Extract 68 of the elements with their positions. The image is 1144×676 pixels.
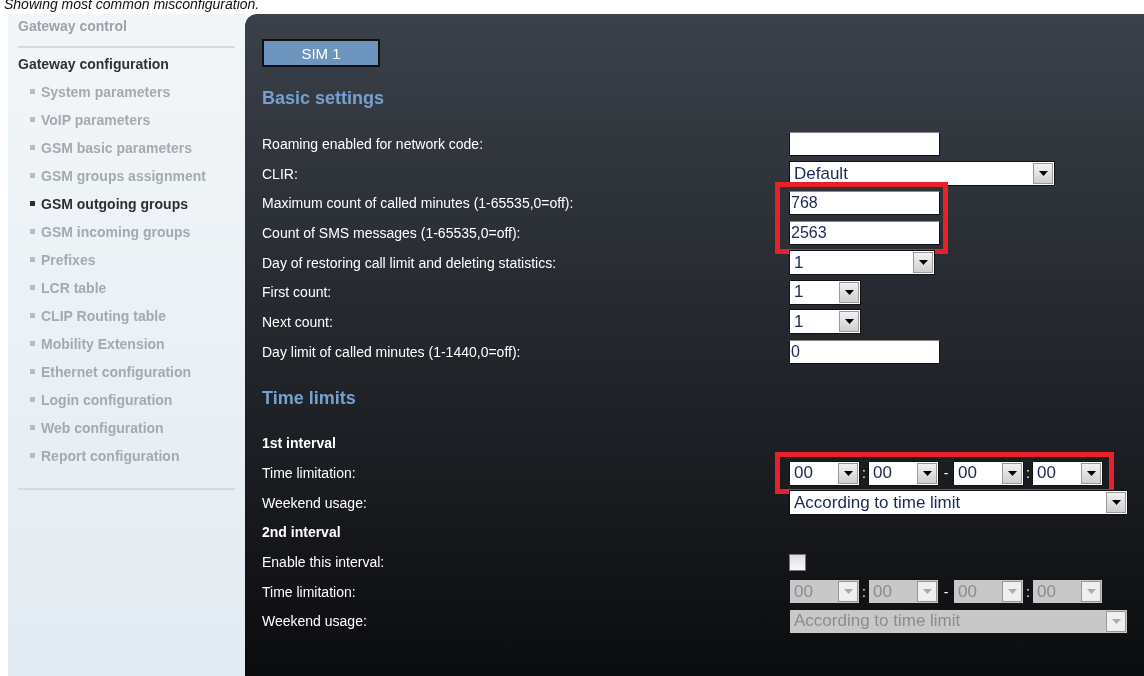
time-separator: : xyxy=(861,583,867,600)
dropdown[interactable]: 1 xyxy=(789,279,861,305)
field-label: Enable this interval: xyxy=(262,554,386,571)
time-dropdown[interactable]: 00 xyxy=(1032,460,1103,486)
time-dropdown[interactable]: 00 xyxy=(953,460,1024,486)
checkbox[interactable] xyxy=(789,553,806,571)
field-label: CLIR: xyxy=(262,165,299,182)
sidebar-item[interactable]: VoIP parameters xyxy=(18,110,230,130)
text-field[interactable]: 0 xyxy=(789,339,940,364)
sidebar-item[interactable]: Report configuration xyxy=(18,446,230,466)
time-separator: : xyxy=(1025,583,1031,600)
section-heading: Basic settings xyxy=(262,87,386,110)
caret-icon xyxy=(922,589,932,595)
caret-icon xyxy=(1086,589,1096,595)
field-label: Roaming enabled for network code: xyxy=(262,135,485,152)
subsection-heading: 2nd interval xyxy=(262,524,342,541)
sidebar-item[interactable]: Web configuration xyxy=(18,418,230,438)
caret-icon xyxy=(1007,470,1017,476)
dropdown[interactable]: According to time limit xyxy=(789,490,1128,516)
caret-icon xyxy=(1038,171,1048,177)
caret-icon xyxy=(843,589,853,595)
field-label: Weekend usage: xyxy=(262,494,368,511)
section-heading: Time limits xyxy=(262,386,357,410)
sidebar-item[interactable]: LCR table xyxy=(18,278,230,298)
caret-icon xyxy=(1111,618,1121,624)
time-separator: : xyxy=(861,465,867,482)
sidebar-link[interactable]: Gateway control xyxy=(18,18,235,46)
time-separator: - xyxy=(942,465,950,482)
caret-icon xyxy=(843,470,853,476)
text-field[interactable]: 2563 xyxy=(789,220,940,245)
field-label: Weekend usage: xyxy=(262,613,368,630)
field-label: Time limitation: xyxy=(262,583,357,600)
sidebar-item[interactable]: Login configuration xyxy=(18,390,230,410)
field-label: Day of restoring call limit and deleting statistics: xyxy=(262,254,558,271)
field-label: First count: xyxy=(262,284,333,301)
caret-icon xyxy=(918,260,928,266)
caret-icon xyxy=(922,470,932,476)
dropdown[interactable]: Default xyxy=(789,161,1055,187)
sidebar-item[interactable]: CLIP Routing table xyxy=(18,306,230,326)
field-label: Maximum count of called minutes (1-65535,0=off): xyxy=(262,195,575,212)
sidebar-item[interactable]: System parameters xyxy=(18,82,230,102)
subsection-heading: 1st interval xyxy=(262,435,337,452)
time-separator: : xyxy=(1025,465,1031,482)
caret-icon xyxy=(1086,470,1096,476)
time-dropdown[interactable]: 00 xyxy=(868,460,939,486)
dropdown[interactable]: 1 xyxy=(789,309,861,335)
caret-icon xyxy=(1007,589,1017,595)
sidebar-item[interactable]: Mobility Extension xyxy=(18,334,230,354)
field-label: Time limitation: xyxy=(262,465,357,482)
field-label: Count of SMS messages (1-65535,0=off): xyxy=(262,224,522,241)
field-label: Next count: xyxy=(262,313,334,330)
caret-icon xyxy=(1111,500,1121,506)
sidebar-item[interactable]: GSM groups assignment xyxy=(18,166,230,186)
sidebar-heading: Gateway configuration xyxy=(18,56,170,74)
text-field[interactable] xyxy=(789,131,940,156)
caret-icon xyxy=(844,289,854,295)
dropdown[interactable]: 1 xyxy=(789,250,935,276)
tab[interactable]: SIM 1 xyxy=(262,39,380,67)
time-separator: - xyxy=(942,583,950,600)
caret-icon xyxy=(844,319,854,325)
sidebar-item[interactable]: GSM basic parameters xyxy=(18,138,230,158)
sidebar-item[interactable]: Prefixes xyxy=(18,250,230,270)
text-field[interactable]: 768 xyxy=(789,191,940,216)
field-label: Day limit of called minutes (1-1440,0=off): xyxy=(262,343,522,360)
sidebar-item[interactable]: GSM outgoing groups xyxy=(18,194,230,214)
sidebar-item[interactable]: GSM incoming groups xyxy=(18,222,230,242)
sidebar-item[interactable]: Ethernet configuration xyxy=(18,362,230,382)
time-dropdown[interactable]: 00 xyxy=(789,460,860,486)
